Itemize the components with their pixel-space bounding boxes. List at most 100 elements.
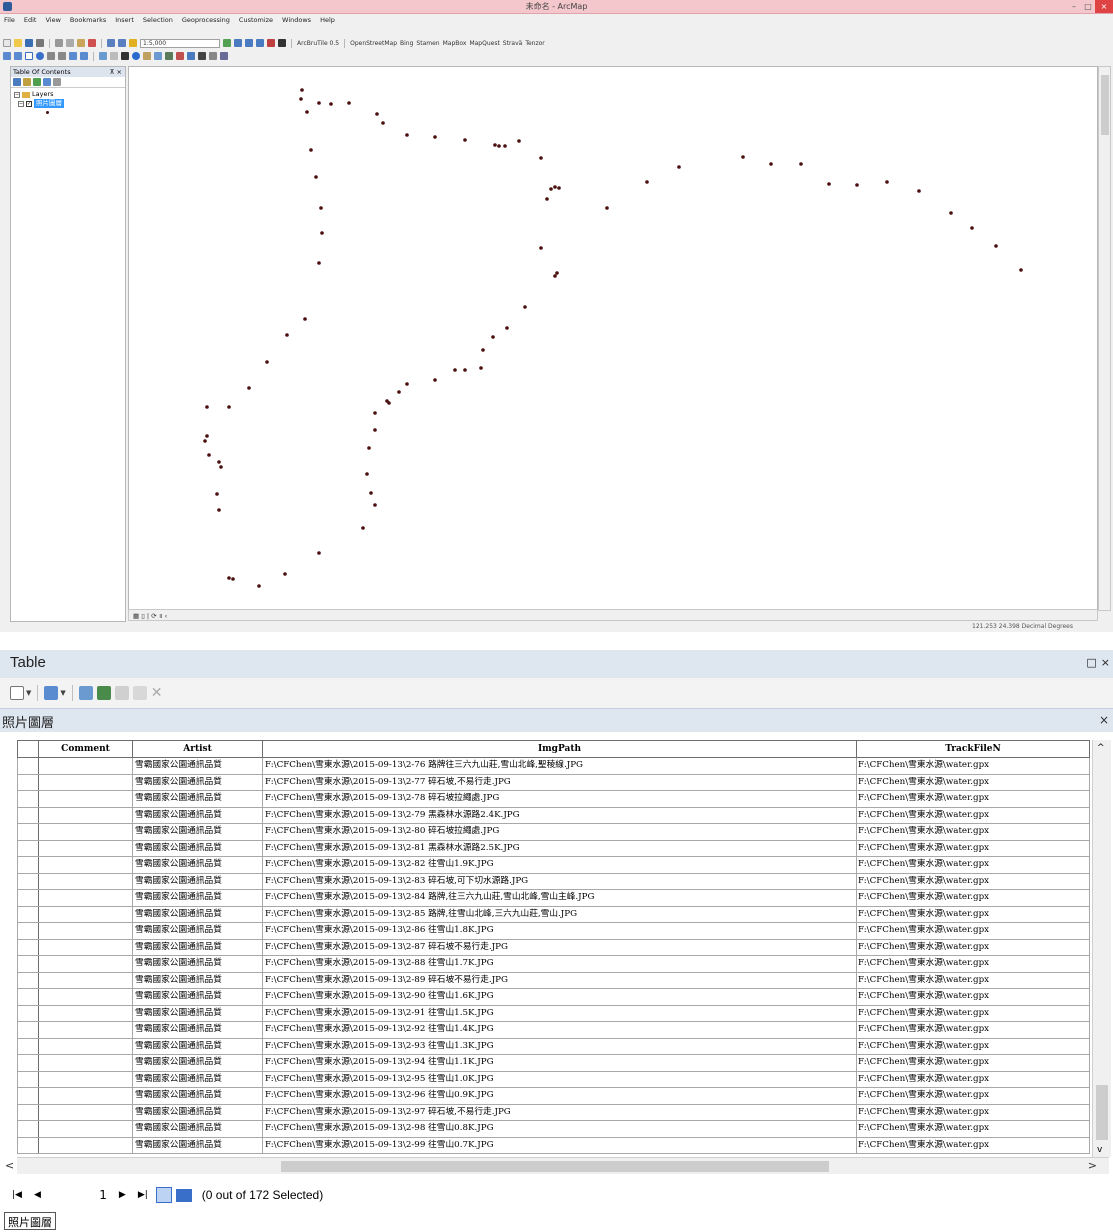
cut-icon[interactable] bbox=[55, 39, 63, 47]
cell-trackfilen[interactable]: F:\CFChen\雪東水源\water.gpx bbox=[856, 1136, 1090, 1154]
row-selector[interactable] bbox=[17, 856, 39, 874]
table-row[interactable]: 雪霸國家公園通訊品質 F:\CFChen\雪東水源\2015-09-13\2-97… bbox=[17, 1103, 1090, 1121]
next-record-icon[interactable]: ▶ bbox=[119, 1190, 126, 1200]
photo-point-marker[interactable] bbox=[557, 186, 561, 190]
cell-trackfilen[interactable]: F:\CFChen\雪東水源\water.gpx bbox=[856, 1103, 1090, 1121]
menu-windows[interactable]: Windows bbox=[282, 15, 311, 26]
table-row[interactable]: 雪霸國家公園通訊品質 F:\CFChen\雪東水源\2015-09-13\2-87… bbox=[17, 938, 1090, 956]
zoom-out-icon[interactable] bbox=[14, 52, 22, 60]
scroll-thumb[interactable] bbox=[1096, 1085, 1108, 1140]
photo-point-marker[interactable] bbox=[493, 143, 497, 147]
scroll-thumb[interactable] bbox=[1101, 75, 1109, 135]
cell-imgpath[interactable]: F:\CFChen\雪東水源\2015-09-13\2-78 碎石坡拉繩處.JP… bbox=[262, 790, 857, 808]
cell-comment[interactable] bbox=[38, 1054, 133, 1072]
collapse-icon[interactable]: − bbox=[14, 91, 20, 98]
cell-imgpath[interactable]: F:\CFChen\雪東水源\2015-09-13\2-81 黑森林水源路2.5… bbox=[262, 839, 857, 857]
toolbar-ext-strava[interactable]: Stravä bbox=[503, 40, 523, 47]
map-scale-input[interactable]: 1:5,000 bbox=[140, 38, 220, 48]
toolbar-ext-tenzor[interactable]: Tenzor bbox=[525, 40, 544, 47]
toolbar-ext-stamen[interactable]: Stamen bbox=[416, 40, 439, 47]
photo-point-marker[interactable] bbox=[1019, 268, 1023, 272]
cell-comment[interactable] bbox=[38, 938, 133, 956]
table-row[interactable]: 雪霸國家公園通訊品質 F:\CFChen\雪東水源\2015-09-13\2-80… bbox=[17, 823, 1090, 841]
cell-comment[interactable] bbox=[38, 1037, 133, 1055]
photo-point-marker[interactable] bbox=[433, 378, 437, 382]
cell-imgpath[interactable]: F:\CFChen\雪東水源\2015-09-13\2-90 往雪山1.6K.J… bbox=[262, 988, 857, 1006]
layers-node[interactable]: − Layers bbox=[14, 90, 122, 99]
cell-artist[interactable]: 雪霸國家公園通訊品質 bbox=[132, 971, 263, 989]
cell-imgpath[interactable]: F:\CFChen\雪東水源\2015-09-13\2-82 往雪山1.9K.J… bbox=[262, 856, 857, 874]
cell-comment[interactable] bbox=[38, 856, 133, 874]
row-selector[interactable] bbox=[17, 823, 39, 841]
table-row[interactable]: 雪霸國家公園通訊品質 F:\CFChen\雪東水源\2015-09-13\2-94… bbox=[17, 1054, 1090, 1072]
row-selector[interactable] bbox=[17, 1120, 39, 1138]
cell-comment[interactable] bbox=[38, 1103, 133, 1121]
cell-imgpath[interactable]: F:\CFChen\雪東水源\2015-09-13\2-93 往雪山1.3K.J… bbox=[262, 1037, 857, 1055]
photo-point-marker[interactable] bbox=[283, 572, 287, 576]
table-row[interactable]: 雪霸國家公園通訊品質 F:\CFChen\雪東水源\2015-09-13\2-84… bbox=[17, 889, 1090, 907]
photo-point-marker[interactable] bbox=[317, 551, 321, 555]
cell-comment[interactable] bbox=[38, 757, 133, 775]
photo-point-marker[interactable] bbox=[497, 144, 501, 148]
cell-trackfilen[interactable]: F:\CFChen\雪東水源\water.gpx bbox=[856, 823, 1090, 841]
cell-comment[interactable] bbox=[38, 922, 133, 940]
photo-point-marker[interactable] bbox=[299, 97, 303, 101]
photo-point-marker[interactable] bbox=[855, 183, 859, 187]
row-selector[interactable] bbox=[17, 1054, 39, 1072]
cell-comment[interactable] bbox=[38, 1120, 133, 1138]
cell-artist[interactable]: 雪霸國家公園通訊品質 bbox=[132, 806, 263, 824]
photo-point-marker[interactable] bbox=[219, 465, 223, 469]
photo-point-marker[interactable] bbox=[453, 368, 457, 372]
find-icon[interactable] bbox=[176, 52, 184, 60]
photo-point-marker[interactable] bbox=[231, 577, 235, 581]
menu-insert[interactable]: Insert bbox=[115, 15, 134, 26]
toolbar-ext-bing[interactable]: Bing bbox=[400, 40, 413, 47]
cell-trackfilen[interactable]: F:\CFChen\雪東水源\water.gpx bbox=[856, 1021, 1090, 1039]
table-options-icon[interactable] bbox=[10, 686, 24, 700]
row-selector-header[interactable] bbox=[17, 740, 39, 758]
cell-artist[interactable]: 雪霸國家公園通訊品質 bbox=[132, 988, 263, 1006]
grid-vertical-scrollbar[interactable]: ^ v bbox=[1092, 740, 1111, 1157]
maximize-icon[interactable]: □ bbox=[1086, 656, 1096, 669]
collapse-icon[interactable]: − bbox=[18, 100, 24, 107]
photo-point-marker[interactable] bbox=[481, 348, 485, 352]
cell-artist[interactable]: 雪霸國家公園通訊品質 bbox=[132, 856, 263, 874]
cell-trackfilen[interactable]: F:\CFChen\雪東水源\water.gpx bbox=[856, 856, 1090, 874]
save-icon[interactable] bbox=[25, 39, 33, 47]
cell-trackfilen[interactable]: F:\CFChen\雪東水源\water.gpx bbox=[856, 922, 1090, 940]
cell-trackfilen[interactable]: F:\CFChen\雪東水源\water.gpx bbox=[856, 955, 1090, 973]
cell-artist[interactable]: 雪霸國家公園通訊品質 bbox=[132, 839, 263, 857]
menu-selection[interactable]: Selection bbox=[143, 15, 173, 26]
undo-icon[interactable] bbox=[107, 39, 115, 47]
photo-point-marker[interactable] bbox=[387, 401, 391, 405]
photo-point-marker[interactable] bbox=[405, 382, 409, 386]
photo-point-marker[interactable] bbox=[329, 102, 333, 106]
select-elements-icon[interactable] bbox=[121, 52, 129, 60]
photo-point-marker[interactable] bbox=[227, 576, 231, 580]
search-window-icon[interactable] bbox=[256, 39, 264, 47]
photo-point-marker[interactable] bbox=[369, 491, 373, 495]
time-slider-icon[interactable] bbox=[209, 52, 217, 60]
photo-point-marker[interactable] bbox=[555, 271, 559, 275]
cell-imgpath[interactable]: F:\CFChen\雪東水源\2015-09-13\2-99 往雪山0.7K.J… bbox=[262, 1136, 857, 1154]
chevron-down-icon[interactable]: v bbox=[1097, 1145, 1102, 1155]
photo-point-marker[interactable] bbox=[605, 206, 609, 210]
photo-point-marker[interactable] bbox=[305, 110, 309, 114]
toc-icon[interactable] bbox=[234, 39, 242, 47]
cell-trackfilen[interactable]: F:\CFChen\雪東水源\water.gpx bbox=[856, 773, 1090, 791]
table-row[interactable]: 雪霸國家公園通訊品質 F:\CFChen\雪東水源\2015-09-13\2-98… bbox=[17, 1120, 1090, 1138]
cell-trackfilen[interactable]: F:\CFChen\雪東水源\water.gpx bbox=[856, 1120, 1090, 1138]
table-row[interactable]: 雪霸國家公園通訊品質 F:\CFChen\雪東水源\2015-09-13\2-81… bbox=[17, 839, 1090, 857]
photo-point-marker[interactable] bbox=[320, 231, 324, 235]
cell-comment[interactable] bbox=[38, 773, 133, 791]
view-switch-icons[interactable]: ▦ ▯ | ⟳ ॥ ‹ bbox=[133, 611, 167, 620]
photo-point-marker[interactable] bbox=[317, 101, 321, 105]
chevron-down-icon[interactable]: ▼ bbox=[60, 689, 65, 697]
chevron-right-icon[interactable]: > bbox=[1088, 1159, 1097, 1172]
chevron-up-icon[interactable]: ^ bbox=[1097, 743, 1105, 753]
photo-point-marker[interactable] bbox=[285, 333, 289, 337]
menu-view[interactable]: View bbox=[45, 15, 60, 26]
row-selector[interactable] bbox=[17, 1037, 39, 1055]
photo-point-marker[interactable] bbox=[300, 88, 304, 92]
photo-point-marker[interactable] bbox=[203, 439, 207, 443]
